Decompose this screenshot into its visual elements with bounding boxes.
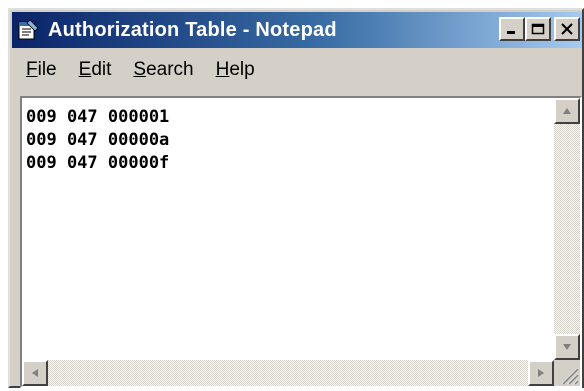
title-bar[interactable]: Authorization Table - Notepad bbox=[12, 12, 582, 48]
resize-grip[interactable] bbox=[554, 360, 580, 386]
menu-search[interactable]: Search bbox=[133, 59, 193, 81]
minimize-icon bbox=[507, 31, 515, 34]
scroll-right-button[interactable] bbox=[528, 360, 554, 386]
notepad-window: Authorization Table - Notepad File Edit … bbox=[8, 8, 584, 388]
title-buttons bbox=[499, 17, 580, 41]
maximize-button[interactable] bbox=[525, 17, 551, 41]
scroll-down-button[interactable] bbox=[554, 334, 580, 360]
window-title: Authorization Table - Notepad bbox=[48, 18, 337, 41]
text-line: 009 047 00000a bbox=[26, 130, 170, 150]
close-icon bbox=[561, 23, 573, 35]
close-button[interactable] bbox=[554, 17, 580, 41]
arrow-right-icon bbox=[538, 369, 544, 377]
menu-bar: File Edit Search Help bbox=[12, 50, 582, 90]
horizontal-scrollbar[interactable] bbox=[22, 360, 554, 386]
scroll-left-button[interactable] bbox=[22, 360, 48, 386]
menu-file[interactable]: File bbox=[26, 59, 57, 81]
menu-help[interactable]: Help bbox=[216, 59, 255, 81]
arrow-up-icon bbox=[563, 108, 571, 114]
document-text[interactable]: 009 047 000001 009 047 00000a 009 047 00… bbox=[26, 106, 169, 175]
maximize-icon bbox=[531, 23, 545, 35]
resize-grip-icon bbox=[561, 367, 579, 385]
text-editor[interactable]: 009 047 000001 009 047 00000a 009 047 00… bbox=[20, 96, 582, 388]
menu-edit[interactable]: Edit bbox=[79, 59, 112, 81]
arrow-left-icon bbox=[32, 369, 38, 377]
notepad-icon[interactable] bbox=[16, 17, 42, 43]
vertical-scrollbar[interactable] bbox=[554, 98, 580, 360]
text-line: 009 047 000001 bbox=[26, 107, 170, 127]
scroll-up-button[interactable] bbox=[554, 98, 580, 124]
arrow-down-icon bbox=[563, 344, 571, 350]
text-line: 009 047 00000f bbox=[26, 153, 170, 173]
minimize-button[interactable] bbox=[499, 17, 525, 41]
